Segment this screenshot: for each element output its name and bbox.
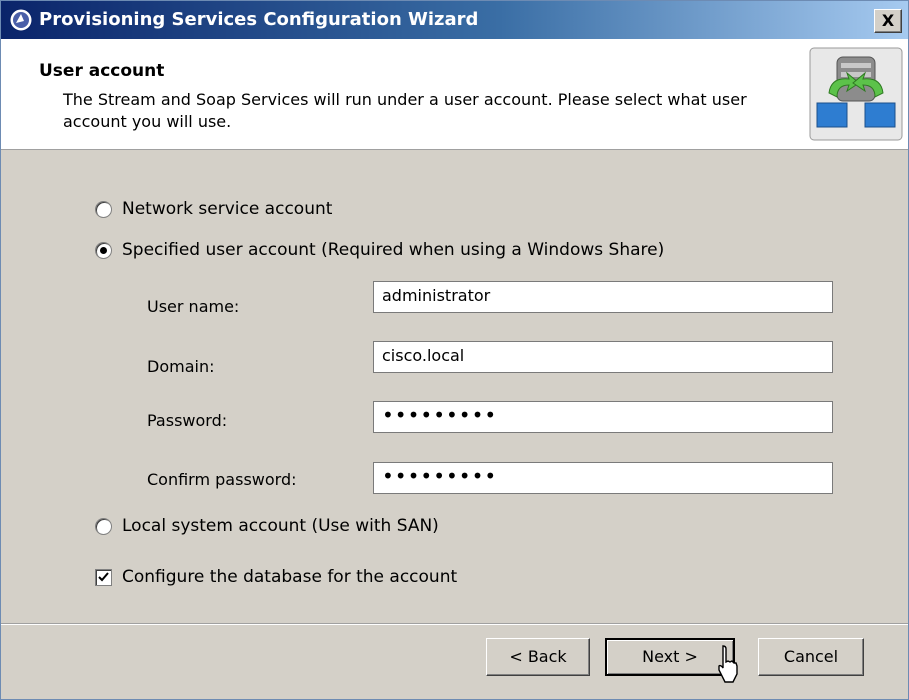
wizard-header: User account The Stream and Soap Service…: [1, 39, 908, 150]
page-description: The Stream and Soap Services will run un…: [63, 90, 747, 131]
network-service-option[interactable]: Network service account: [95, 197, 332, 221]
specified-user-label: Specified user account (Required when us…: [122, 240, 665, 260]
citrix-app-icon: [9, 8, 33, 32]
page-title: User account: [39, 61, 165, 81]
domain-label: Domain:: [147, 357, 215, 376]
back-button[interactable]: < Back: [486, 638, 590, 676]
local-system-radio[interactable]: [95, 517, 112, 535]
password-input[interactable]: •••••••••: [373, 401, 833, 433]
title-bar[interactable]: Provisioning Services Configuration Wiza…: [1, 1, 908, 39]
window-title: Provisioning Services Configuration Wiza…: [39, 9, 479, 30]
password-label: Password:: [147, 411, 228, 430]
specified-user-radio[interactable]: [95, 241, 112, 259]
specified-user-option[interactable]: Specified user account (Required when us…: [95, 238, 664, 262]
next-button[interactable]: Next >: [605, 638, 735, 676]
domain-input[interactable]: cisco.local: [373, 341, 833, 373]
network-service-label: Network service account: [122, 199, 333, 219]
button-separator: [1, 623, 908, 625]
local-system-label: Local system account (Use with SAN): [122, 516, 439, 536]
configure-db-label: Configure the database for the account: [122, 567, 458, 587]
local-system-option[interactable]: Local system account (Use with SAN): [95, 514, 439, 538]
username-input[interactable]: administrator: [373, 281, 833, 313]
checkmark-icon: [98, 571, 109, 581]
configure-db-option[interactable]: Configure the database for the account: [95, 565, 457, 589]
mouse-cursor-icon: [718, 645, 738, 683]
close-button[interactable]: X: [874, 9, 902, 33]
wizard-window: Provisioning Services Configuration Wiza…: [0, 0, 909, 700]
network-service-radio[interactable]: [95, 200, 112, 218]
confirm-password-input[interactable]: •••••••••: [373, 462, 833, 494]
cancel-button[interactable]: Cancel: [758, 638, 864, 676]
provisioning-logo-icon: [809, 47, 903, 141]
username-label: User name:: [147, 297, 240, 316]
confirm-password-label: Confirm password:: [147, 470, 297, 489]
configure-db-checkbox[interactable]: [95, 568, 112, 586]
